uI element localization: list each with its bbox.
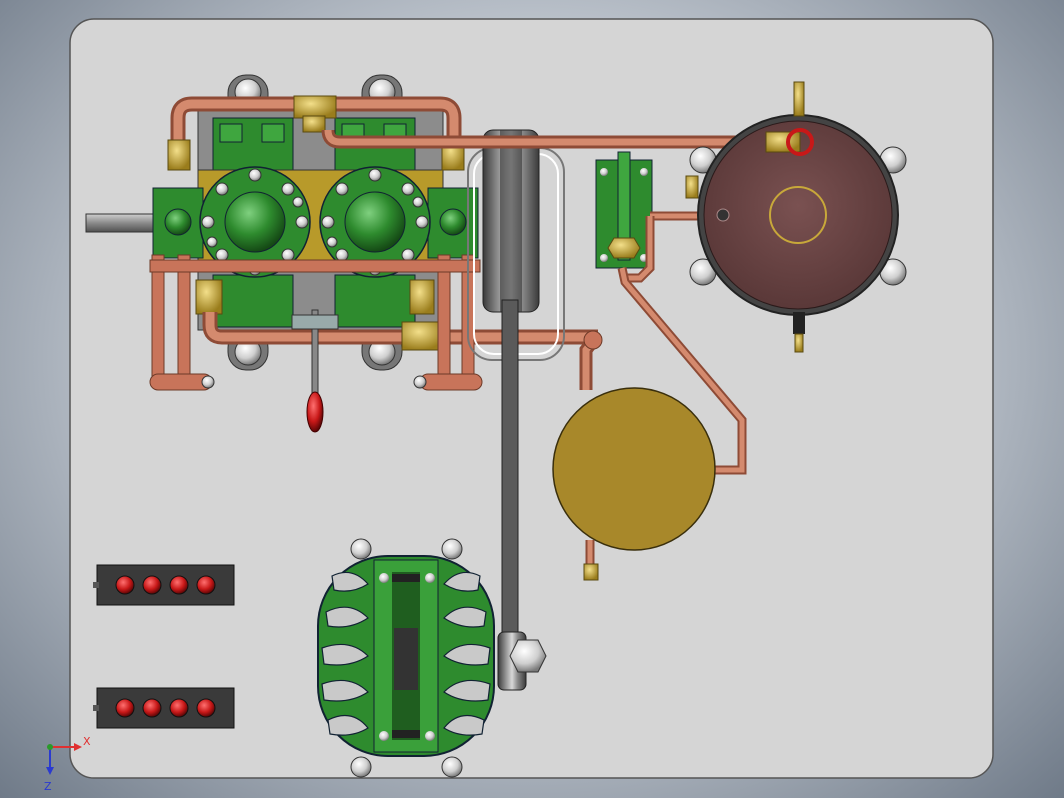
axis-x-label: X	[83, 735, 91, 748]
v-belt	[501, 299, 519, 673]
cad-viewport: X Z	[44, 18, 994, 793]
drive-shaft	[85, 213, 159, 233]
top-tee-fitting	[293, 95, 337, 119]
control-strip-bottom	[93, 687, 235, 729]
control-button[interactable]	[169, 698, 189, 718]
control-button[interactable]	[142, 698, 162, 718]
control-button[interactable]	[169, 575, 189, 595]
receiver-tank	[552, 387, 716, 551]
control-button[interactable]	[196, 575, 216, 595]
electric-motor	[317, 538, 495, 778]
control-button[interactable]	[196, 698, 216, 718]
control-button[interactable]	[115, 698, 135, 718]
drain-valve	[583, 563, 599, 581]
control-button[interactable]	[115, 575, 135, 595]
control-strip-top	[93, 564, 235, 606]
axis-z-label: Z	[44, 780, 52, 793]
control-button[interactable]	[142, 575, 162, 595]
